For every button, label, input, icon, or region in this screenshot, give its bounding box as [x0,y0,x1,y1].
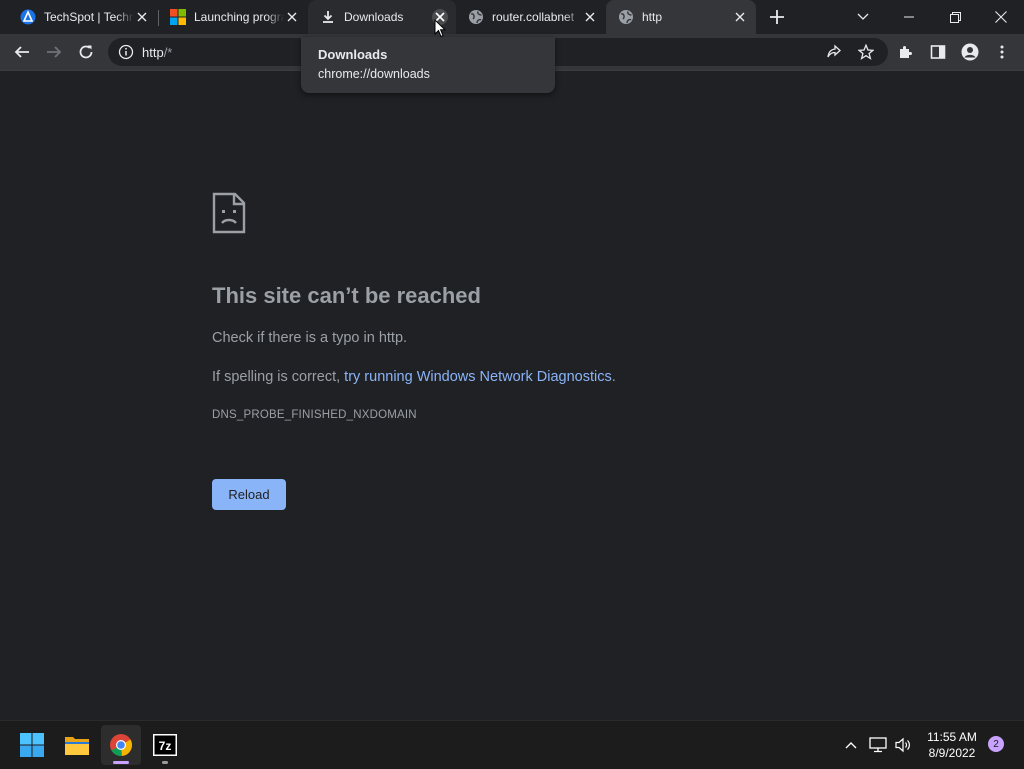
microsoft-icon [170,9,186,25]
globe-icon [469,10,483,24]
active-indicator [113,761,129,764]
url-main: http [142,45,164,60]
extensions-button[interactable] [892,38,920,66]
7zip-taskbar-button[interactable]: 7z [145,725,185,765]
tab-launching-programs[interactable]: Launching programs [158,0,308,34]
plus-icon [770,10,784,24]
clock-time: 11:55 AM [927,730,977,744]
tab-title: Downloads [344,10,404,24]
taskbar: 7z 11:55 AM 8/9/2022 [0,720,1024,769]
close-icon[interactable] [134,9,150,25]
windows-logo-icon [20,733,44,757]
minimize-button[interactable] [886,0,932,34]
tab-strip: TechSpot | Technology News Launching pro… [0,0,1024,34]
close-icon[interactable] [582,9,598,25]
hover-card-title: Downloads [318,47,388,62]
restore-button[interactable] [932,0,978,34]
diagnostics-prefix: If spelling is correct, [212,369,345,385]
tab-techspot[interactable]: TechSpot | Technology News [8,0,158,34]
minimize-icon [904,16,914,18]
back-button[interactable] [8,38,36,66]
star-icon [858,44,874,60]
profile-button[interactable] [956,38,984,66]
error-suggestion-diagnostics: If spelling is correct, try running Wind… [212,369,616,385]
folder-icon [65,737,89,755]
show-hidden-icons-button[interactable] [840,721,862,769]
reload-toolbar-button[interactable] [72,38,100,66]
close-window-button[interactable] [978,0,1024,34]
clock-date: 8/9/2022 [928,746,976,760]
diagnostics-suffix: . [611,369,616,385]
tab-http-active[interactable]: http [606,0,756,34]
share-icon [827,44,841,58]
file-explorer-button[interactable] [57,725,97,765]
network-diagnostics-link[interactable]: try running Windows Network Diagnostics [344,369,612,385]
close-icon[interactable] [732,9,748,25]
chevron-down-icon [857,13,869,20]
share-button[interactable] [820,38,848,66]
side-panel-icon [930,45,946,59]
puzzle-icon [900,46,912,58]
avatar-icon [961,43,979,61]
7zip-icon: 7z [153,734,177,756]
url-dim: /* [163,45,173,60]
running-indicator [162,761,168,764]
arrow-right-icon [47,46,62,58]
tab-title: Launching programs [194,10,284,24]
side-panel-button[interactable] [924,38,952,66]
error-suggestion-typo: Check if there is a typo in http. [212,330,408,346]
techspot-icon [20,9,36,25]
network-status-button[interactable] [867,721,889,769]
mouse-cursor-icon [434,19,446,38]
bookmark-button[interactable] [852,38,880,66]
arrow-left-icon [14,46,29,58]
tab-hover-card: Downloads chrome://downloads [301,37,555,93]
sad-page-icon [212,192,246,234]
volume-button[interactable] [892,721,914,769]
notification-badge[interactable]: 2 [988,736,1004,752]
kebab-menu-icon [1000,45,1004,59]
error-code: DNS_PROBE_FINISHED_NXDOMAIN [212,409,417,421]
chrome-taskbar-button[interactable] [101,725,141,765]
menu-button[interactable] [988,38,1016,66]
refresh-icon [79,45,93,59]
close-icon [995,11,1007,23]
svg-text:7z: 7z [159,739,172,753]
chrome-icon [110,734,132,757]
error-page: This site can’t be reached Check if ther… [0,71,1024,720]
tab-title: http [642,10,663,24]
download-icon [323,11,333,23]
tab-router[interactable]: router.collabnet [456,0,606,34]
globe-icon [619,10,633,24]
new-tab-button[interactable] [766,6,788,28]
info-icon[interactable] [118,44,134,60]
error-title: This site can’t be reached [212,283,481,308]
network-icon [869,737,887,753]
tab-search-button[interactable] [840,0,886,34]
hover-card-url: chrome://downloads [318,67,430,81]
url-text[interactable]: http/* [142,45,172,60]
tab-title: TechSpot | Technology News [44,10,134,24]
start-button[interactable] [12,725,52,765]
forward-button[interactable] [40,38,68,66]
volume-icon [895,737,910,753]
tab-title: router.collabnet [492,10,575,24]
system-clock[interactable]: 11:55 AM 8/9/2022 [918,729,986,761]
reload-button[interactable]: Reload [212,479,286,510]
close-icon[interactable] [284,9,300,25]
chevron-up-icon [845,742,857,749]
restore-icon [949,11,961,23]
